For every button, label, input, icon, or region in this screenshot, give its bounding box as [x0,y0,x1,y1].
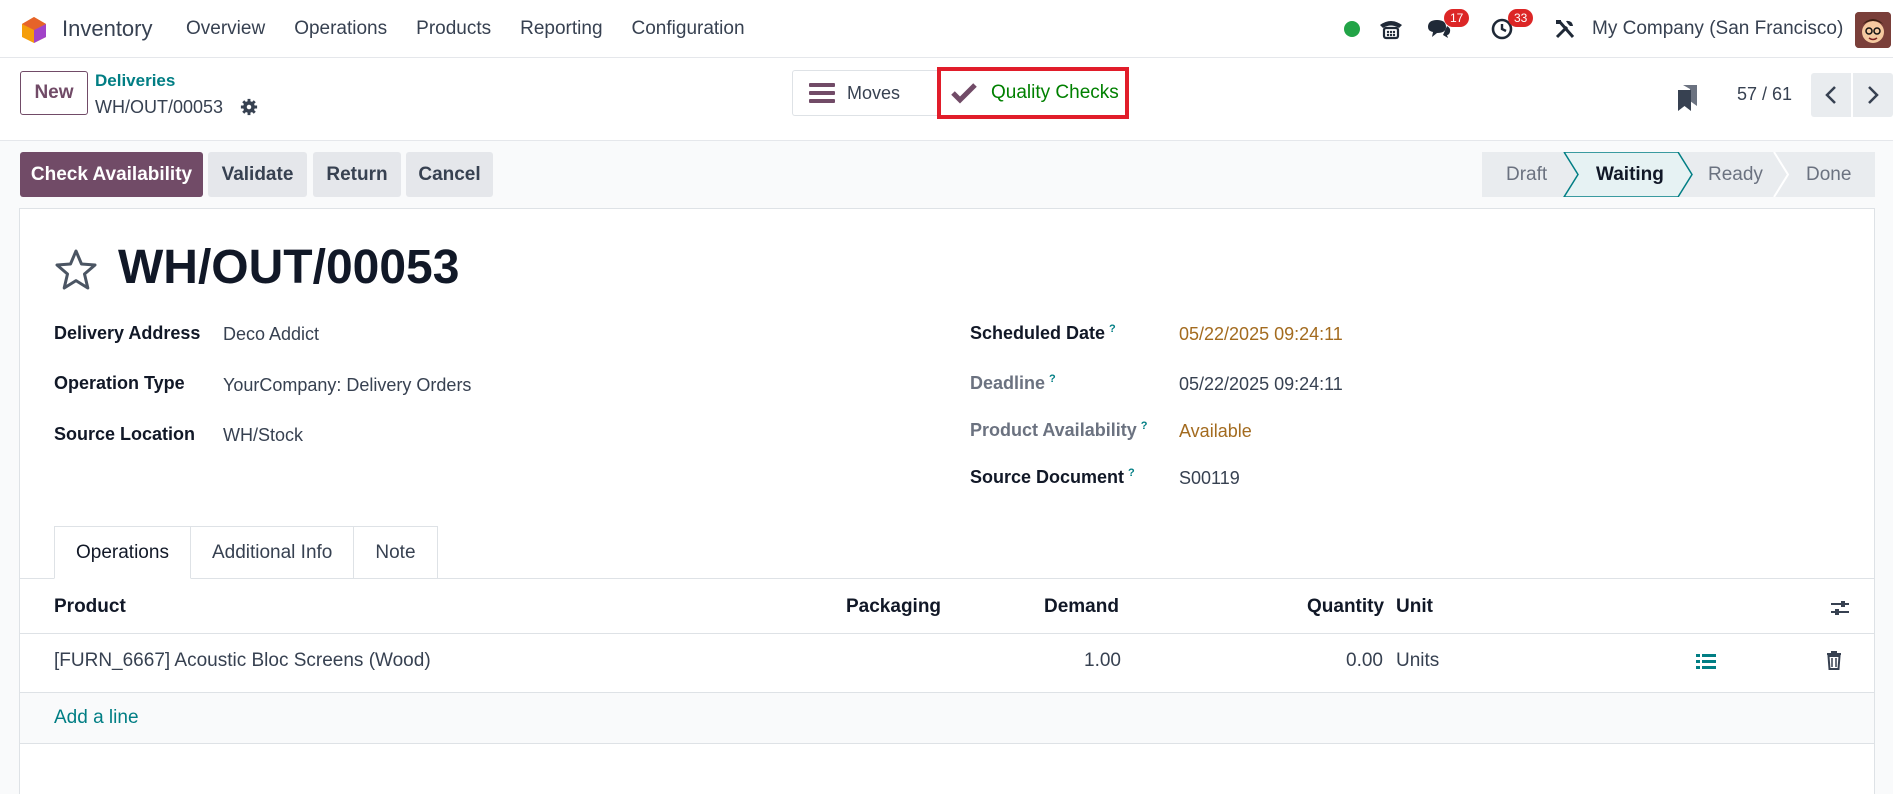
menu-operations[interactable]: Operations [294,18,387,40]
column-header-packaging[interactable]: Packaging [846,596,941,618]
source-document-field[interactable]: S00119 [1179,468,1240,489]
delivery-address-label: Delivery Address [54,323,201,343]
column-header-quantity[interactable]: Quantity [1307,596,1384,618]
delivery-address-field[interactable]: Deco Addict [223,324,319,345]
deadline-field[interactable]: 05/22/2025 09:24:11 [1179,374,1343,395]
top-navbar: Inventory Overview Operations Products R… [0,0,1893,58]
tab-note[interactable]: Note [354,526,438,579]
deadline-label: Deadline? [970,373,1056,394]
validate-button[interactable]: Validate [208,152,307,197]
product-availability-value: Available [1179,421,1252,441]
product-availability-label: Product Availability? [970,420,1147,441]
messages-badge: 17 [1444,9,1470,27]
activities-badge: 33 [1508,9,1534,27]
notebook-tabs: Operations Additional Info Note [54,526,438,579]
activities-icon[interactable]: 33 [1486,9,1534,46]
moves-smart-button[interactable]: Moves [792,70,937,116]
control-panel: New Deliveries WH/OUT/00053 Moves Qualit… [0,58,1893,141]
company-switcher[interactable]: My Company (San Francisco) [1592,18,1843,40]
presence-status-icon [1342,12,1362,46]
source-document-label: Source Document? [970,467,1135,488]
check-availability-button[interactable]: Check Availability [20,152,203,197]
record-title: WH/OUT/00053 [118,241,460,294]
source-document-label-text: Source Document [970,467,1125,487]
smart-buttons: Moves Quality Checks [792,67,1129,119]
stage-done[interactable]: Done [1806,152,1851,197]
chevron-right-icon [1868,86,1879,104]
menu-reporting[interactable]: Reporting [520,18,602,40]
cancel-button[interactable]: Cancel [406,152,493,197]
stage-waiting[interactable]: Waiting [1596,152,1664,197]
pager-next-button[interactable] [1853,73,1893,117]
header-divider [20,633,1874,634]
phone-icon[interactable] [1376,12,1406,46]
star-icon[interactable] [54,248,98,292]
source-location-field[interactable]: WH/Stock [223,425,303,446]
inventory-app-icon[interactable] [20,16,48,44]
row-divider [20,692,1874,693]
menu-configuration[interactable]: Configuration [632,18,745,40]
stage-draft[interactable]: Draft [1506,152,1547,197]
tab-operations[interactable]: Operations [54,526,191,579]
help-icon[interactable]: ? [1109,323,1116,335]
menu-products[interactable]: Products [416,18,491,40]
row-quantity[interactable]: 0.00 [1346,650,1383,672]
stage-ready[interactable]: Ready [1708,152,1763,197]
add-line-row [20,693,1874,744]
messages-icon[interactable]: 17 [1422,9,1470,46]
column-header-product[interactable]: Product [54,596,126,618]
gear-icon[interactable] [240,98,258,116]
column-header-unit[interactable]: Unit [1396,596,1433,618]
row-unit[interactable]: Units [1396,650,1439,672]
trash-icon[interactable] [1826,651,1842,670]
scheduled-date-label-text: Scheduled Date [970,323,1106,343]
user-avatar[interactable] [1855,12,1891,48]
pager-value[interactable]: 57 / 61 [1737,84,1792,105]
main-menu: Overview Operations Products Reporting C… [186,18,745,40]
add-line-link[interactable]: Add a line [54,707,139,729]
pager-previous-button[interactable] [1811,73,1851,117]
quality-checks-smart-button[interactable]: Quality Checks [937,67,1129,119]
new-button[interactable]: New [20,71,88,115]
operation-type-field[interactable]: YourCompany: Delivery Orders [223,375,471,396]
row-product[interactable]: [FURN_6667] Acoustic Bloc Screens (Wood) [54,650,431,672]
app-name[interactable]: Inventory [62,16,153,42]
optional-columns-icon[interactable] [1830,598,1850,618]
scheduled-date-field[interactable]: 05/22/2025 09:24:11 [1179,324,1343,345]
debug-tools-icon[interactable] [1550,12,1580,46]
breadcrumb-current: WH/OUT/00053 [95,97,224,117]
menu-overview[interactable]: Overview [186,18,265,40]
moves-label: Moves [847,82,901,103]
quality-checks-label: Quality Checks [991,82,1119,103]
bookmark-icon[interactable] [1677,84,1699,112]
tab-additional-info[interactable]: Additional Info [190,526,355,579]
list-icon [809,83,835,103]
operation-type-label: Operation Type [54,373,185,393]
return-button[interactable]: Return [313,152,401,197]
detailed-operations-icon[interactable] [1696,654,1716,670]
source-location-label: Source Location [54,424,196,444]
row-demand[interactable]: 1.00 [1084,650,1121,672]
check-icon [951,83,977,104]
product-availability-label-text: Product Availability [970,420,1137,440]
scheduled-date-label: Scheduled Date? [970,323,1116,344]
help-icon[interactable]: ? [1141,420,1148,432]
chevron-left-icon [1825,86,1836,104]
column-header-demand[interactable]: Demand [1044,596,1119,618]
help-icon[interactable]: ? [1128,467,1135,479]
help-icon[interactable]: ? [1049,373,1056,385]
breadcrumb-deliveries[interactable]: Deliveries [95,71,175,91]
deadline-label-text: Deadline [970,373,1046,393]
